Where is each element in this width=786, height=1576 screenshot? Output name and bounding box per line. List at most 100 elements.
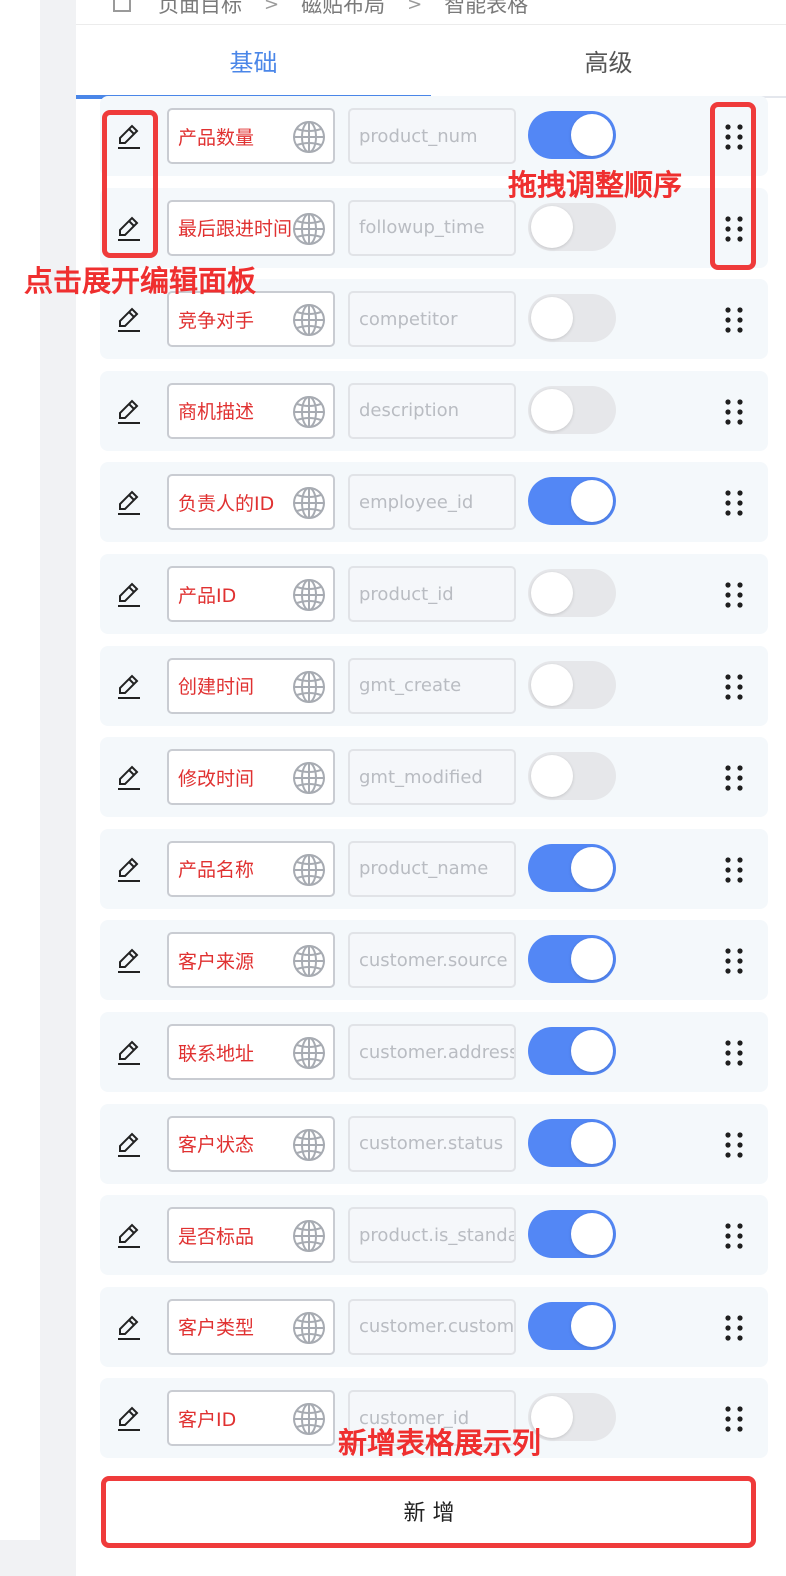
visibility-toggle[interactable]	[528, 1393, 616, 1442]
drag-handle-icon[interactable]	[720, 1221, 748, 1251]
drag-handle-icon[interactable]	[720, 214, 748, 244]
globe-icon[interactable]	[291, 393, 327, 430]
drag-handle-icon[interactable]	[720, 672, 748, 702]
toggle-knob	[571, 1121, 613, 1164]
column-label-input[interactable]: 创建时间	[167, 657, 335, 714]
drag-handle-icon[interactable]	[720, 1038, 748, 1068]
visibility-toggle[interactable]	[528, 111, 616, 159]
breadcrumb-item[interactable]: 磁贴布局	[301, 0, 385, 19]
pencil-icon[interactable]	[114, 304, 144, 334]
toggle-knob	[531, 663, 573, 706]
globe-icon[interactable]	[291, 851, 327, 888]
column-label-input[interactable]: 联系地址	[167, 1024, 335, 1080]
field-key-input[interactable]: product.is_standard	[348, 1207, 516, 1264]
visibility-toggle[interactable]	[528, 569, 616, 617]
globe-icon[interactable]	[291, 1035, 327, 1071]
globe-icon[interactable]	[291, 119, 327, 155]
column-label-input[interactable]: 是否标品	[167, 1207, 335, 1264]
globe-icon[interactable]	[291, 760, 327, 797]
globe-icon[interactable]	[291, 577, 327, 613]
field-key-input[interactable]: customer.source	[348, 932, 516, 989]
column-label-input[interactable]: 修改时间	[167, 749, 335, 806]
column-label-input[interactable]: 客户类型	[167, 1298, 335, 1355]
visibility-toggle[interactable]	[528, 294, 616, 343]
toggle-knob	[531, 205, 573, 248]
field-key-input[interactable]: customer.address	[348, 1024, 516, 1080]
visibility-toggle[interactable]	[528, 752, 616, 801]
drag-handle-icon[interactable]	[720, 122, 748, 152]
column-label-input[interactable]: 商机描述	[167, 382, 335, 439]
pencil-icon[interactable]	[114, 213, 144, 243]
drag-handle-icon[interactable]	[720, 855, 748, 885]
field-key-input[interactable]: competitor	[348, 291, 516, 348]
column-label-input[interactable]: 客户ID	[167, 1390, 335, 1447]
pencil-icon[interactable]	[114, 1403, 144, 1433]
visibility-toggle[interactable]	[528, 843, 616, 892]
breadcrumb-item[interactable]: 页面目标	[158, 0, 242, 19]
pencil-icon[interactable]	[114, 1312, 144, 1342]
globe-icon[interactable]	[291, 485, 327, 522]
drag-handle-icon[interactable]	[720, 305, 748, 335]
visibility-toggle[interactable]	[528, 1027, 616, 1075]
tab-advanced[interactable]: 高级	[431, 25, 786, 96]
visibility-toggle[interactable]	[528, 477, 616, 526]
visibility-toggle[interactable]	[528, 660, 616, 709]
drag-handle-icon[interactable]	[720, 580, 748, 610]
field-key-input[interactable]: employee_id	[348, 474, 516, 531]
column-label-input[interactable]: 产品数量	[167, 108, 335, 164]
drag-handle-icon[interactable]	[720, 946, 748, 976]
pencil-icon[interactable]	[114, 1037, 144, 1067]
column-label-input[interactable]: 客户来源	[167, 932, 335, 989]
drag-handle-icon[interactable]	[720, 1404, 748, 1434]
pencil-icon[interactable]	[114, 945, 144, 975]
drag-handle-icon[interactable]	[720, 397, 748, 427]
globe-icon[interactable]	[291, 210, 327, 247]
pencil-icon[interactable]	[114, 854, 144, 884]
pencil-icon[interactable]	[114, 762, 144, 792]
column-label-input[interactable]: 负责人的ID	[167, 474, 335, 531]
column-label-input[interactable]: 最后跟进时间	[167, 199, 335, 256]
globe-icon[interactable]	[291, 668, 327, 705]
field-key-input[interactable]: product_name	[348, 840, 516, 897]
globe-icon[interactable]	[291, 943, 327, 980]
column-label-input[interactable]: 产品名称	[167, 840, 335, 897]
field-key-input[interactable]: followup_time	[348, 199, 516, 256]
drag-handle-icon[interactable]	[720, 763, 748, 793]
field-key-input[interactable]: gmt_create	[348, 657, 516, 714]
field-key-input[interactable]: gmt_modified	[348, 749, 516, 806]
column-label-input[interactable]: 产品ID	[167, 566, 335, 622]
visibility-toggle[interactable]	[528, 202, 616, 251]
globe-icon[interactable]	[291, 1126, 327, 1163]
add-column-button[interactable]: 新 增	[104, 1478, 754, 1544]
field-key-input[interactable]: description	[348, 382, 516, 439]
pencil-icon[interactable]	[114, 671, 144, 701]
visibility-toggle[interactable]	[528, 385, 616, 434]
drag-handle-icon[interactable]	[720, 1313, 748, 1343]
toggle-knob	[531, 755, 573, 798]
column-label-input[interactable]: 客户状态	[167, 1115, 335, 1172]
visibility-toggle[interactable]	[528, 935, 616, 984]
globe-icon[interactable]	[291, 302, 327, 339]
visibility-toggle[interactable]	[528, 1301, 616, 1350]
field-key-input[interactable]: product_num	[348, 108, 516, 164]
annotation-drag-order: 拖拽调整顺序	[508, 168, 683, 202]
visibility-toggle[interactable]	[528, 1118, 616, 1167]
globe-icon[interactable]	[291, 1309, 327, 1346]
tab-basic[interactable]: 基础	[76, 25, 431, 99]
drag-handle-icon[interactable]	[720, 488, 748, 518]
globe-icon[interactable]	[291, 1218, 327, 1255]
field-key-input[interactable]: product_id	[348, 566, 516, 622]
visibility-toggle[interactable]	[528, 1210, 616, 1259]
globe-icon[interactable]	[291, 1401, 327, 1438]
pencil-icon[interactable]	[114, 396, 144, 426]
drag-handle-icon[interactable]	[720, 1130, 748, 1160]
field-key-input[interactable]: customer.status	[348, 1115, 516, 1172]
toggle-knob	[531, 572, 573, 614]
field-key-input[interactable]: customer.customer_type	[348, 1298, 516, 1355]
pencil-icon[interactable]	[114, 579, 144, 609]
pencil-icon[interactable]	[114, 1129, 144, 1159]
pencil-icon[interactable]	[114, 487, 144, 517]
pencil-icon[interactable]	[114, 121, 144, 151]
pencil-icon[interactable]	[114, 1220, 144, 1250]
toggle-knob	[531, 297, 573, 340]
